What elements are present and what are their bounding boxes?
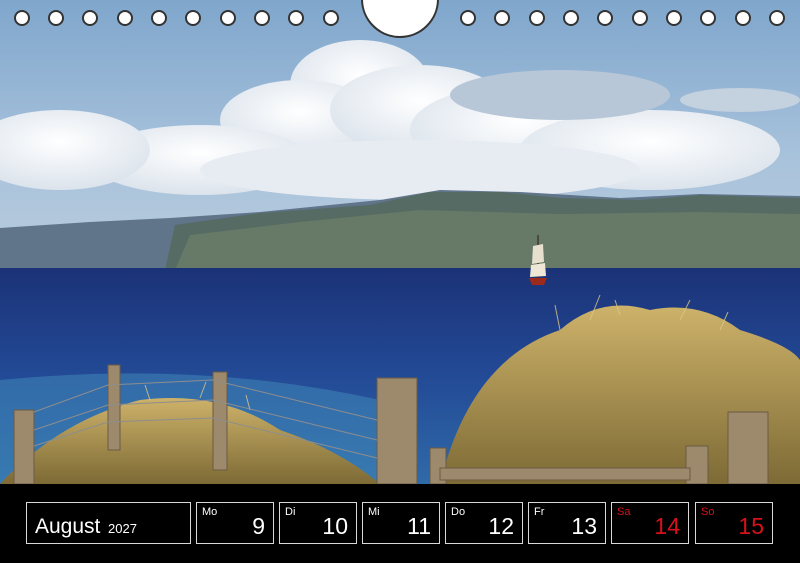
day-number: 10 [322,513,348,539]
binding-hole-icon [632,10,648,26]
calendar-page: August 2027 Mo 9 Di 10 Mi 11 Do 12 Fr 13… [0,0,800,563]
binding-hole-icon [323,10,339,26]
day-cell: Do 12 [445,502,523,544]
day-number: 15 [738,513,764,539]
binding-hole-icon [254,10,270,26]
day-weekday: So [701,506,715,518]
hanger-hole-icon [361,0,439,38]
day-weekday: Do [451,506,466,518]
day-number: 12 [488,513,514,539]
binding-hole-icon [48,10,64,26]
day-number: 13 [571,513,597,539]
year: 2027 [108,521,137,536]
binding-hole-icon [82,10,98,26]
binding-hole-icon [563,10,579,26]
binding-hole-icon [700,10,716,26]
binding-hole-icon [14,10,30,26]
month-name: August [35,515,101,538]
day-weekday: Sa [617,506,631,518]
calendar-strip: August 2027 Mo 9 Di 10 Mi 11 Do 12 Fr 13… [0,484,800,563]
binding-hole-icon [117,10,133,26]
day-cell: Mo 9 [196,502,274,544]
day-cell: Fr 13 [528,502,606,544]
binding-hole-icon [769,10,785,26]
day-number: 9 [252,513,265,539]
binding-hole-icon [288,10,304,26]
day-cell: Mi 11 [362,502,440,544]
binding-hole-icon [666,10,682,26]
day-weekday: Mo [202,506,218,518]
day-weekday: Mi [368,506,380,518]
binding-hole-icon [529,10,545,26]
binding-hole-icon [597,10,613,26]
binding-strip [0,0,800,40]
binding-hole-icon [494,10,510,26]
binding-hole-icon [220,10,236,26]
binding-hole-icon [185,10,201,26]
weekend-day-cell: Sa 14 [611,502,689,544]
binding-hole-icon [460,10,476,26]
day-weekday: Fr [534,506,545,518]
binding-hole-icon [735,10,751,26]
binding-hole-icon [151,10,167,26]
day-cell: Di 10 [279,502,357,544]
landscape-photo [0,0,800,484]
day-number: 14 [654,513,680,539]
day-number: 11 [407,513,431,539]
month-label-box: August 2027 [26,502,191,544]
weekend-day-cell: So 15 [695,502,773,544]
day-weekday: Di [285,506,296,518]
